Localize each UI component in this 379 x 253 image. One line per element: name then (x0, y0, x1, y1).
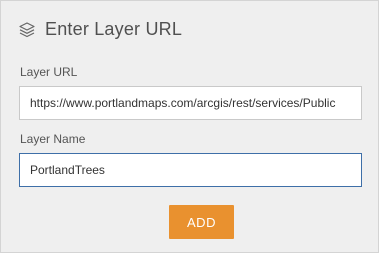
layer-name-input[interactable] (19, 153, 362, 187)
add-button[interactable]: ADD (169, 205, 234, 239)
layer-url-input[interactable] (19, 86, 362, 120)
add-layer-panel: Enter Layer URL Layer URL Layer Name ADD (0, 0, 379, 253)
panel-title: Enter Layer URL (45, 19, 183, 39)
layers-icon (19, 21, 35, 37)
layer-name-label: Layer Name (20, 132, 86, 146)
panel-header: Enter Layer URL (18, 19, 182, 40)
layer-url-label: Layer URL (20, 65, 78, 79)
